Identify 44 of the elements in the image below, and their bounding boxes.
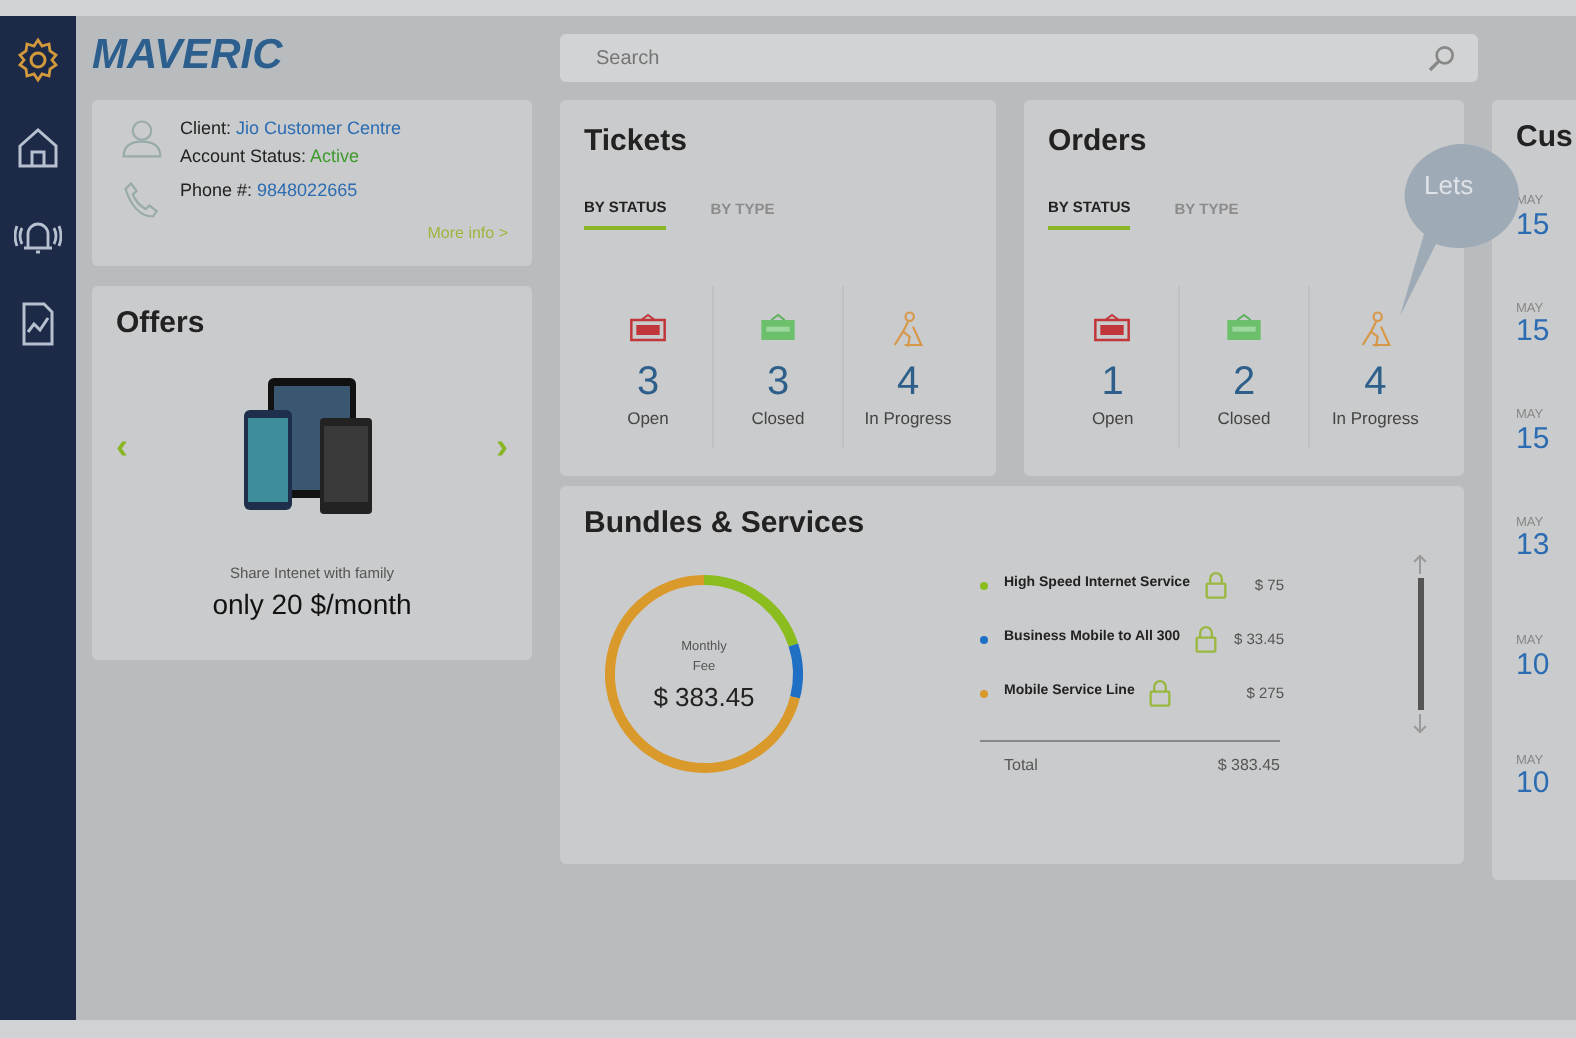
- search-icon: [1426, 42, 1458, 74]
- date-day: 13: [1516, 530, 1576, 560]
- more-info-link[interactable]: More info >: [427, 222, 508, 246]
- search-field[interactable]: Search: [560, 34, 1478, 82]
- stat-value: 4: [1364, 358, 1387, 407]
- card-title: Tickets: [584, 124, 689, 160]
- fee-value: $ 383.45: [651, 679, 757, 715]
- stat-label: Closed: [1217, 406, 1271, 432]
- card-title: Orders: [1048, 124, 1149, 160]
- stat-value: 2: [1232, 358, 1256, 407]
- lock-icon: [1146, 679, 1175, 707]
- total-value: $ 383.45: [1217, 754, 1280, 778]
- stat-label: Open: [1091, 406, 1134, 432]
- phone-icon: [120, 178, 164, 222]
- tooltip-text: Lets: [1424, 172, 1474, 200]
- lock-icon: [1192, 625, 1221, 653]
- card-title: Offers: [116, 306, 207, 342]
- scrollbar[interactable]: [1417, 578, 1423, 710]
- stat-value: 3: [766, 358, 790, 407]
- lock-icon: [1201, 571, 1230, 599]
- user-icon: [120, 116, 164, 160]
- logo: MAVERIC: [92, 34, 283, 78]
- stat-label: In Progress: [1331, 406, 1419, 432]
- stat-value: 4: [896, 358, 920, 407]
- card-title: Cus: [1516, 120, 1575, 156]
- date-day: 15: [1516, 316, 1576, 346]
- stat-label: Open: [627, 406, 669, 432]
- date-day: 15: [1516, 209, 1576, 239]
- date-day: 10: [1516, 768, 1576, 798]
- worker-icon: [888, 310, 928, 351]
- status-line: Account Status: Active: [180, 143, 362, 169]
- stat-label: Closed: [751, 406, 805, 432]
- client-line: Client: Jio Customer Centre: [180, 116, 402, 142]
- card-title: Bundles & Services: [584, 506, 867, 542]
- home-icon[interactable]: [14, 124, 62, 172]
- settings-icon[interactable]: [14, 36, 62, 84]
- stat-value: 1: [1101, 358, 1124, 407]
- stat-value: 3: [636, 358, 660, 407]
- offer-headline: only 20 $/month: [210, 586, 414, 625]
- date-day: 10: [1516, 649, 1576, 679]
- date-day: 15: [1516, 423, 1576, 453]
- stat-label: In Progress: [864, 406, 952, 432]
- total-label: Total: [1004, 754, 1038, 778]
- phone-line: Phone #: 9848022665: [180, 178, 358, 204]
